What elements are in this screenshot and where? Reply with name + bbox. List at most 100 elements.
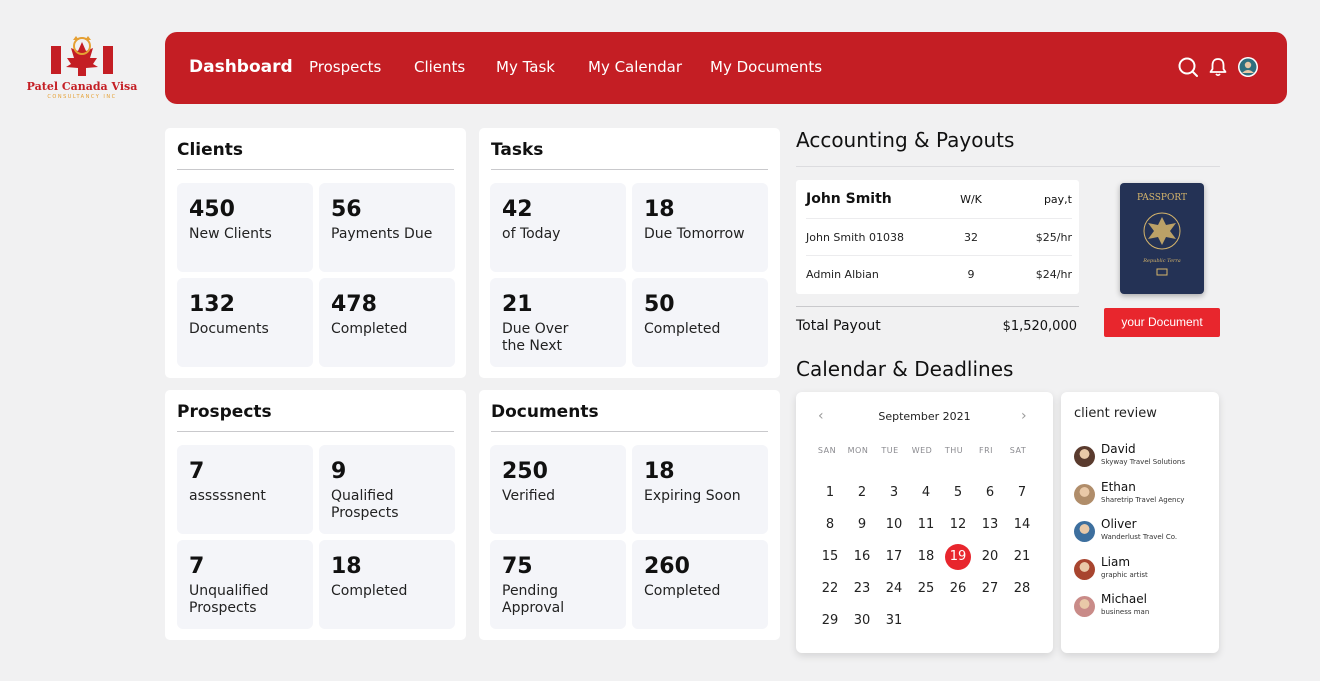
stat-tile[interactable]: 18 Completed — [319, 540, 455, 629]
calendar-day[interactable]: 6 — [977, 480, 1003, 506]
stat-value: 75 — [502, 554, 533, 579]
stat-tile[interactable]: 18 Due Tomorrow — [632, 183, 768, 272]
chevron-right-icon[interactable]: › — [1021, 408, 1027, 424]
weekday-label: TUE — [881, 446, 899, 455]
stat-label: Pending Approval — [502, 583, 565, 616]
calendar-day[interactable]: 28 — [1009, 576, 1035, 602]
stat-tile[interactable]: 42 of Today — [490, 183, 626, 272]
calendar-day[interactable]: 21 — [1009, 544, 1035, 570]
calendar-day[interactable]: 13 — [977, 512, 1003, 538]
calendar-day[interactable]: 8 — [817, 512, 843, 538]
avatar — [1074, 558, 1095, 580]
stat-value: 7 — [189, 554, 205, 579]
stat-tile[interactable]: 132 Documents — [177, 278, 313, 367]
total-payout-label: Total Payout — [796, 318, 881, 334]
maple-leaf-logo-icon — [51, 36, 113, 76]
calendar-day[interactable]: 29 — [817, 608, 843, 634]
calendar-day[interactable]: 7 — [1009, 480, 1035, 506]
calendar-day[interactable]: 24 — [881, 576, 907, 602]
stat-tile[interactable]: 260 Completed — [632, 540, 768, 629]
calendar-day[interactable]: 2 — [849, 480, 875, 506]
stat-value: 18 — [331, 554, 362, 579]
stat-tile[interactable]: 250 Verified — [490, 445, 626, 534]
documents-title: Documents — [491, 402, 599, 422]
stat-tile[interactable]: 21 Due Over the Next — [490, 278, 626, 367]
your-document-button[interactable]: your Document — [1104, 308, 1220, 337]
stat-tile[interactable]: 75 Pending Approval — [490, 540, 626, 629]
list-item[interactable]: Oliver Wanderlust Travel Co. — [1074, 517, 1214, 547]
list-item[interactable]: Ethan Sharetrip Travel Agency — [1074, 480, 1214, 510]
calendar-day[interactable]: 15 — [817, 544, 843, 570]
row-pay: $24/hr — [1035, 268, 1072, 281]
calendar-day[interactable]: 1 — [817, 480, 843, 506]
calendar-day[interactable]: 17 — [881, 544, 907, 570]
avatar — [1074, 483, 1095, 505]
column-header-name: John Smith — [806, 191, 892, 207]
calendar-day[interactable]: 19 — [945, 544, 971, 570]
stat-value: 21 — [502, 292, 533, 317]
calendar-day[interactable]: 10 — [881, 512, 907, 538]
nav-my-documents[interactable]: My Documents — [710, 58, 822, 76]
user-avatar[interactable] — [1237, 56, 1259, 78]
stat-tile[interactable]: 450 New Clients — [177, 183, 313, 272]
stat-tile[interactable]: 478 Completed — [319, 278, 455, 367]
calendar-title: Calendar & Deadlines — [796, 357, 1014, 381]
calendar-day[interactable]: 11 — [913, 512, 939, 538]
list-item[interactable]: Michael business man — [1074, 592, 1214, 622]
calendar-day[interactable]: 16 — [849, 544, 875, 570]
nav-my-calendar[interactable]: My Calendar — [588, 58, 682, 76]
nav-prospects[interactable]: Prospects — [309, 58, 381, 76]
weekday-label: WED — [911, 446, 933, 455]
weekday-label: SAN — [817, 446, 837, 455]
stat-tile[interactable]: 56 Payments Due — [319, 183, 455, 272]
calendar-day[interactable]: 18 — [913, 544, 939, 570]
nav-clients[interactable]: Clients — [414, 58, 465, 76]
calendar-day[interactable]: 30 — [849, 608, 875, 634]
stat-label: Documents — [189, 321, 269, 337]
brand-logo[interactable]: Patel Canada Visa CONSULTANCY INC — [22, 36, 142, 106]
calendar-day[interactable]: 3 — [881, 480, 907, 506]
stat-value: 9 — [331, 459, 347, 484]
row-name: John Smith 01038 — [806, 231, 904, 244]
calendar-day[interactable]: 23 — [849, 576, 875, 602]
stat-label: Expiring Soon — [644, 488, 741, 504]
divider — [491, 431, 768, 432]
calendar-day[interactable]: 12 — [945, 512, 971, 538]
stat-label: Verified — [502, 488, 556, 504]
stat-label: Completed — [331, 321, 408, 337]
stat-tile[interactable]: 7 asssssnent — [177, 445, 313, 534]
prospects-title: Prospects — [177, 402, 272, 422]
divider — [177, 431, 454, 432]
bell-icon[interactable] — [1207, 56, 1229, 78]
calendar-day[interactable]: 4 — [913, 480, 939, 506]
calendar-day[interactable]: 14 — [1009, 512, 1035, 538]
stat-value: 50 — [644, 292, 675, 317]
stat-label: Completed — [644, 583, 721, 599]
stat-tile[interactable]: 9 Qualified Prospects — [319, 445, 455, 534]
divider — [796, 166, 1220, 167]
divider — [491, 169, 768, 170]
reviewer-name: David — [1101, 442, 1136, 456]
list-item[interactable]: Liam graphic artist — [1074, 555, 1214, 585]
nav-my-task[interactable]: My Task — [496, 58, 555, 76]
passport-eagle-emblem-icon — [1143, 212, 1181, 276]
calendar-day[interactable]: 25 — [913, 576, 939, 602]
stat-tile[interactable]: 50 Completed — [632, 278, 768, 367]
calendar-day[interactable]: 31 — [881, 608, 907, 634]
search-icon[interactable] — [1177, 56, 1199, 78]
calendar-day[interactable]: 22 — [817, 576, 843, 602]
stat-tile[interactable]: 18 Expiring Soon — [632, 445, 768, 534]
weekday-label: THU — [944, 446, 964, 455]
calendar-day[interactable]: 5 — [945, 480, 971, 506]
list-item[interactable]: David Skyway Travel Solutions — [1074, 442, 1214, 472]
nav-dashboard[interactable]: Dashboard — [189, 57, 293, 77]
stat-tile[interactable]: 7 Unqualified Prospects — [177, 540, 313, 629]
calendar-day[interactable]: 26 — [945, 576, 971, 602]
calendar-day[interactable]: 9 — [849, 512, 875, 538]
stat-value: 132 — [189, 292, 235, 317]
stat-value: 42 — [502, 197, 533, 222]
clients-card: Clients 450 New Clients 56 Payments Due … — [165, 128, 466, 378]
weekday-label: FRI — [978, 446, 994, 455]
calendar-day[interactable]: 27 — [977, 576, 1003, 602]
calendar-day[interactable]: 20 — [977, 544, 1003, 570]
